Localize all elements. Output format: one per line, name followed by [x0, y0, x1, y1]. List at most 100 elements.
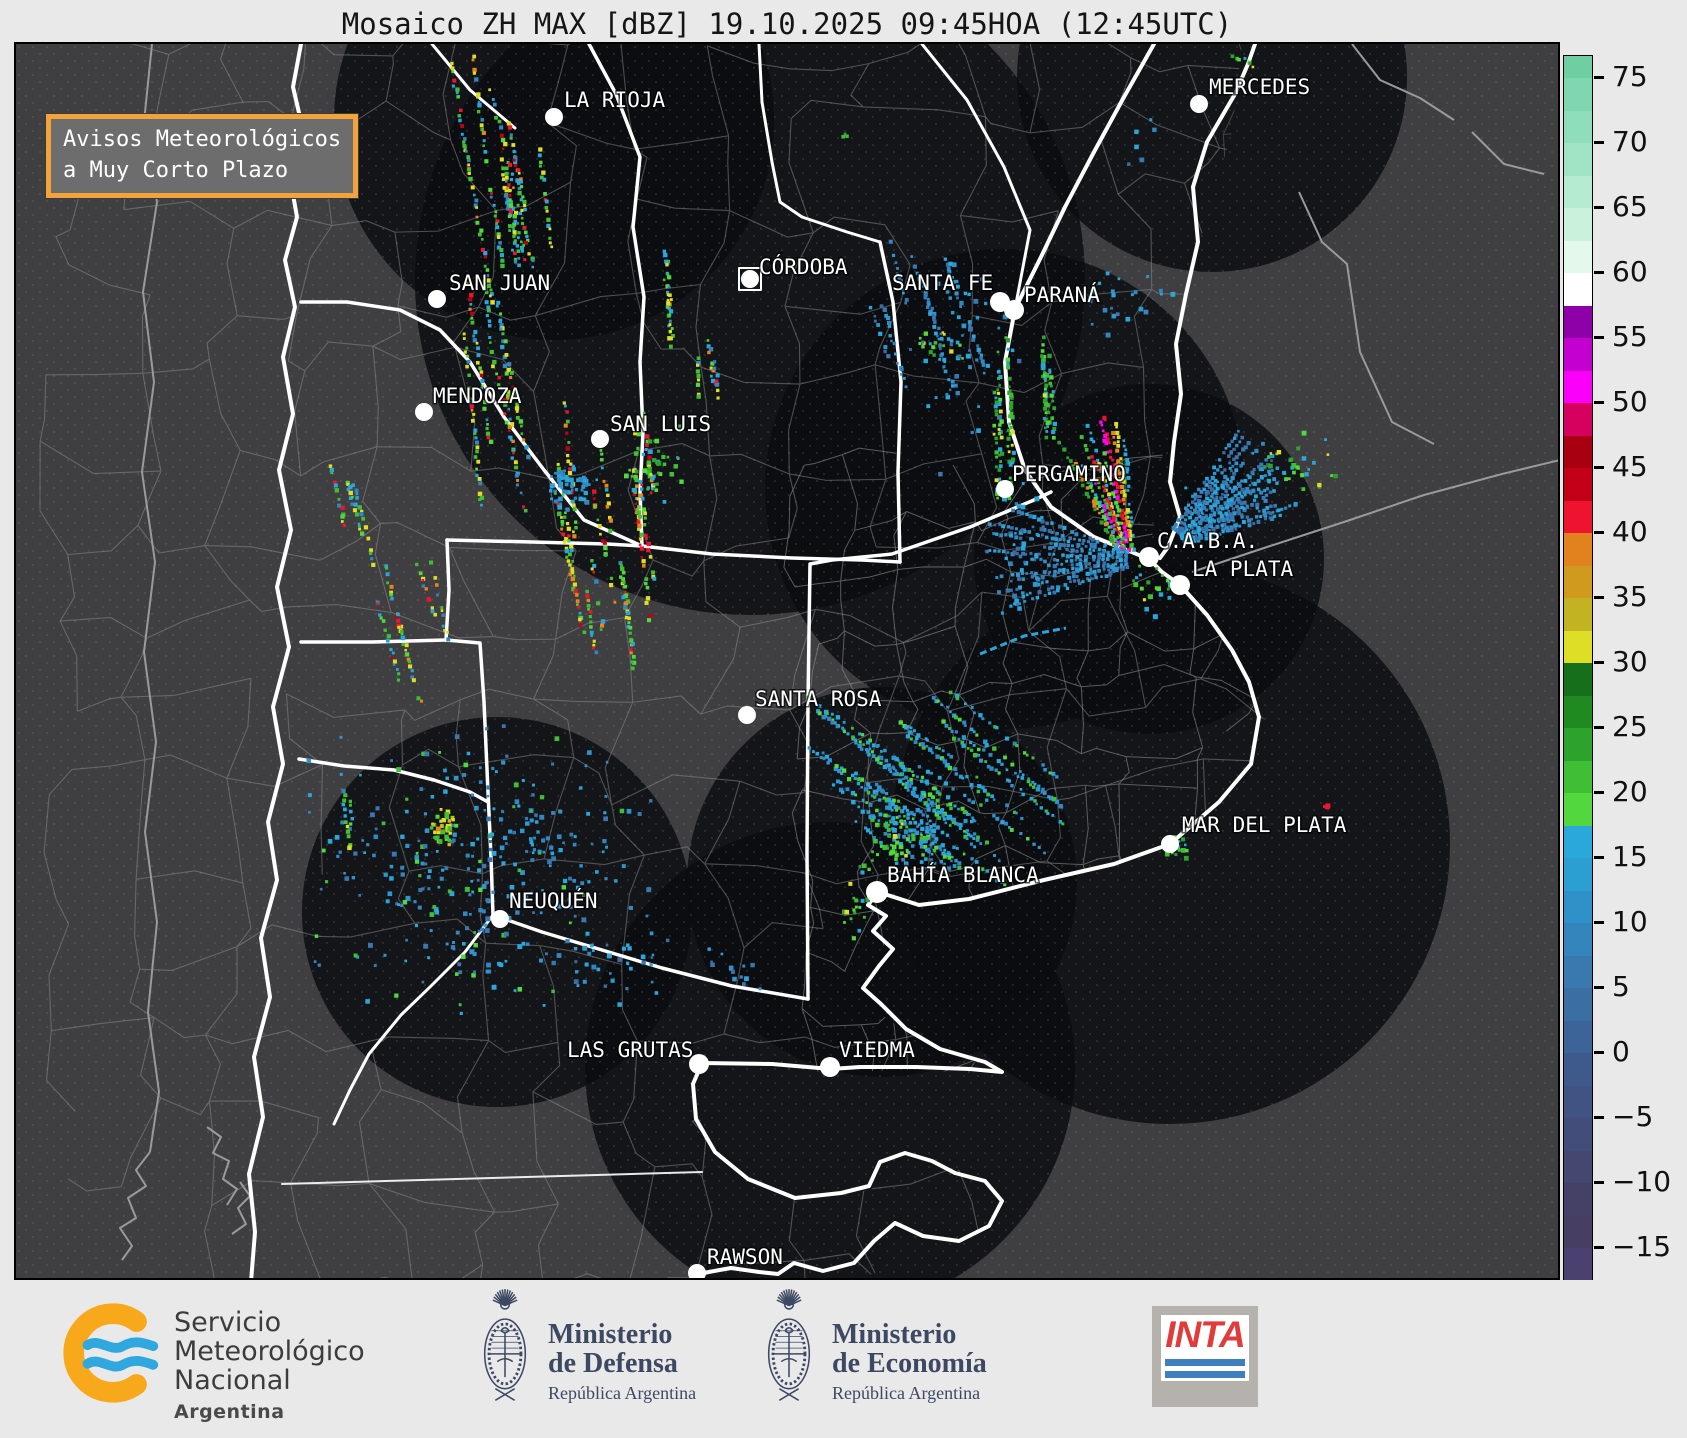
colorbar-band: [1564, 923, 1592, 957]
colorbar-tick-label: 40: [1612, 514, 1648, 548]
colorbar-tickmark: [1594, 596, 1604, 599]
colorbar-band: [1564, 955, 1592, 989]
colorbar-band: [1564, 1118, 1592, 1152]
colorbar-band: [1564, 500, 1592, 534]
colorbar-band: [1564, 1215, 1592, 1249]
city-label: MENDOZA: [433, 384, 522, 408]
colorbar-band: [1564, 1020, 1592, 1054]
colorbar-band: [1564, 630, 1592, 664]
colorbar-tick-label: 10: [1612, 904, 1648, 938]
colorbar-band: [1564, 403, 1592, 437]
city-label: SAN JUAN: [449, 271, 550, 295]
colorbar-band: [1564, 175, 1592, 209]
city-label: LAS GRUTAS: [567, 1038, 693, 1062]
colorbar-tick-label: 50: [1612, 384, 1648, 418]
city-label: C.A.B.A.: [1157, 529, 1258, 553]
colorbar-tick-label: 30: [1612, 644, 1648, 678]
economia-line2: de Economía: [832, 1348, 987, 1379]
city-label: PARANÁ: [1024, 282, 1100, 307]
colorbar-band: [1564, 1150, 1592, 1184]
colorbar-tickmark: [1594, 856, 1604, 859]
colorbar-tickmark: [1594, 1181, 1604, 1184]
smn-line3: Nacional: [174, 1365, 291, 1396]
colorbar-tick-label: −15: [1612, 1229, 1672, 1263]
smn-line2: Meteorológico: [174, 1336, 365, 1367]
city-label: LA RIOJA: [564, 88, 666, 112]
city-label: NEUQUÉN: [509, 888, 598, 913]
colorbar-band: [1564, 338, 1592, 372]
colorbar-band: [1564, 1053, 1592, 1087]
colorbar-tick-label: 25: [1612, 709, 1648, 743]
city-label: SANTA ROSA: [755, 687, 882, 711]
smn-country: Argentina: [174, 1401, 285, 1423]
colorbar-tick-label: −5: [1612, 1099, 1654, 1133]
smn-line1: Servicio: [174, 1307, 282, 1338]
defensa-line2: de Defensa: [548, 1348, 678, 1379]
colorbar-tickmark: [1594, 141, 1604, 144]
colorbar-band: [1564, 273, 1592, 307]
colorbar-band: [1564, 598, 1592, 632]
alert-line1: Avisos Meteorológicos: [63, 127, 342, 152]
colorbar-band: [1564, 208, 1592, 242]
colorbar-tick-label: 5: [1612, 969, 1630, 1003]
colorbar-dbz: [1563, 55, 1593, 1282]
colorbar-tickmark: [1594, 1051, 1604, 1054]
colorbar-tickmark: [1594, 466, 1604, 469]
colorbar-band: [1564, 533, 1592, 567]
city-label: SANTA FE: [892, 271, 993, 295]
ministerio-defensa-wordmark: Ministerio de Defensa República Argentin…: [548, 1320, 696, 1404]
colorbar-band: [1564, 858, 1592, 892]
colorbar-tick-label: 35: [1612, 579, 1648, 613]
colorbar-band: [1564, 305, 1592, 339]
smn-logo: [63, 1303, 159, 1403]
colorbar-tick-label: 55: [1612, 319, 1648, 353]
colorbar-tickmark: [1594, 401, 1604, 404]
colorbar-tickmark: [1594, 1116, 1604, 1119]
colorbar-tickmark: [1594, 531, 1604, 534]
city-label: SAN LUIS: [610, 412, 711, 436]
colorbar-tick-label: −10: [1612, 1164, 1672, 1198]
economia-line1: Ministerio: [832, 1319, 957, 1350]
inta-bar-2: [1165, 1371, 1245, 1378]
alert-banner[interactable]: Avisos Meteorológicos a Muy Corto Plazo: [46, 114, 358, 198]
city-label: RAWSON: [707, 1245, 783, 1269]
colorbar-tickmark: [1594, 336, 1604, 339]
map-dot-texture: [16, 44, 1558, 1278]
inta-bar-1: [1165, 1359, 1245, 1366]
coat-of-arms-economia: [767, 1289, 811, 1401]
colorbar-tickmark: [1594, 921, 1604, 924]
ministerio-economia-wordmark: Ministerio de Economía República Argenti…: [832, 1320, 987, 1404]
alert-line2: a Muy Corto Plazo: [63, 158, 289, 183]
colorbar-band: [1564, 663, 1592, 697]
colorbar-tick-label: 20: [1612, 774, 1648, 808]
colorbar-tickmark: [1594, 726, 1604, 729]
radar-mosaic-page: Mosaico ZH MAX [dBZ] 19.10.2025 09:45HOA…: [0, 0, 1687, 1438]
defensa-line1: Ministerio: [548, 1319, 673, 1350]
colorbar-tick-label: 75: [1612, 59, 1648, 93]
colorbar-band: [1564, 1085, 1592, 1119]
colorbar-band: [1564, 1248, 1592, 1282]
colorbar-tick-label: 0: [1612, 1034, 1630, 1068]
inta-inner: INTA: [1161, 1315, 1249, 1381]
colorbar-tick-label: 15: [1612, 839, 1648, 873]
colorbar-band: [1564, 728, 1592, 762]
economia-sub: República Argentina: [832, 1383, 981, 1403]
colorbar-band: [1564, 468, 1592, 502]
radar-map-canvas: MERCEDES LA RIOJA SAN JUAN CÓRDOBA SANTA FE P…: [16, 44, 1558, 1278]
footer-logos: Servicio Meteorológico Nacional Argentin…: [0, 1280, 1687, 1438]
coat-of-arms-defensa: [483, 1289, 527, 1401]
colorbar-band: [1564, 793, 1592, 827]
city-label: PERGAMINO: [1012, 462, 1126, 486]
city-label: LA PLATA: [1192, 557, 1294, 581]
smn-wordmark: Servicio Meteorológico Nacional Argentin…: [174, 1308, 365, 1427]
colorbar-tickmark: [1594, 661, 1604, 664]
city-label: CÓRDOBA: [759, 254, 848, 279]
inta-logo: INTA: [1152, 1306, 1258, 1407]
city-label: VIEDMA: [839, 1038, 915, 1062]
colorbar-band: [1564, 988, 1592, 1022]
colorbar-band: [1564, 143, 1592, 177]
colorbar-band: [1564, 565, 1592, 599]
colorbar-tickmark: [1594, 1246, 1604, 1249]
colorbar-band: [1564, 435, 1592, 469]
colorbar-tick-label: 70: [1612, 124, 1648, 158]
